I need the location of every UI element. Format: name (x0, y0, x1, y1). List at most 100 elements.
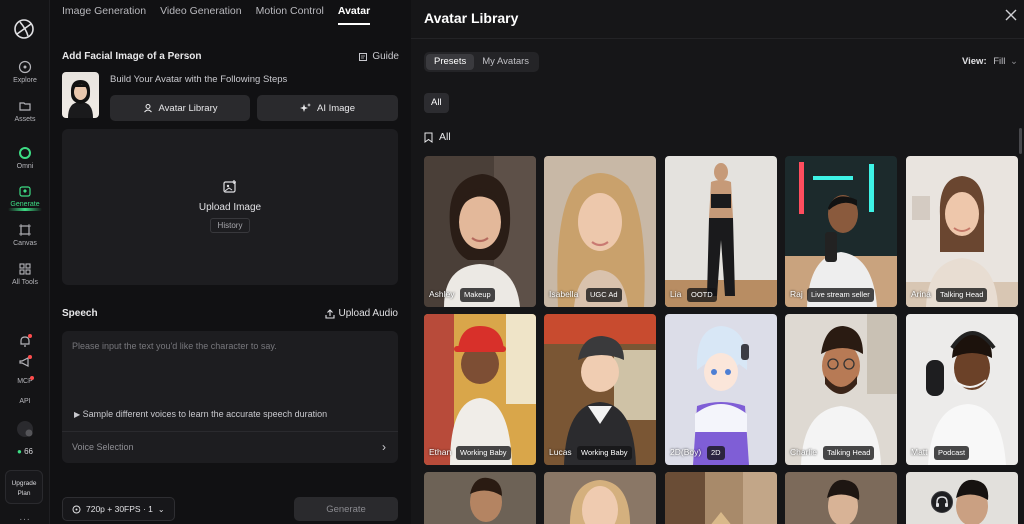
announcement-button[interactable] (0, 355, 50, 372)
facial-image-section-title: Add Facial Image of a Person (62, 51, 202, 62)
avatar-card-arina[interactable]: Arina Talking Head (906, 156, 1018, 307)
avatar-portrait (665, 472, 777, 524)
upload-image-dropzone[interactable]: Upload Image History (62, 129, 398, 285)
canvas-icon (19, 224, 31, 236)
chevron-down-icon: ⌄ (157, 504, 165, 514)
tab-motion-control[interactable]: Motion Control (256, 5, 324, 25)
ring-icon (19, 147, 31, 159)
avatar-tag: Working Baby (456, 446, 511, 460)
history-button[interactable]: History (209, 218, 251, 233)
avatar-library-button[interactable]: Avatar Library (110, 95, 250, 121)
sidebar-item-explore[interactable]: Explore (0, 60, 50, 84)
avatar-card[interactable] (544, 472, 656, 524)
voice-selection-row[interactable]: Voice Selection › (62, 431, 398, 463)
avatar-tag: UGC Ad (586, 288, 622, 302)
notification-badge (28, 355, 32, 359)
sidebar-item-omni[interactable]: Omni (0, 146, 50, 170)
avatar-card-lia[interactable]: Lia OOTD (665, 156, 777, 307)
segment-presets[interactable]: Presets (426, 54, 475, 70)
avatar-card-matt[interactable]: Matt Podcast (906, 314, 1018, 465)
all-heading-label: All (439, 131, 451, 143)
avatar-portrait (785, 156, 897, 307)
view-label: View: (961, 56, 987, 67)
tab-video-generation[interactable]: Video Generation (160, 5, 242, 25)
filter-chip-all[interactable]: All (424, 93, 449, 113)
avatar-button[interactable] (0, 420, 50, 441)
avatar-card-lucas[interactable]: Lucas Working Baby (544, 314, 656, 465)
avatar-name: Matt (911, 447, 928, 457)
avatar-tag: Talking Head (823, 446, 875, 460)
user-plus-icon (143, 104, 152, 113)
avatar-card[interactable] (785, 472, 897, 524)
upload-image-label: Upload Image (198, 202, 262, 213)
avatar-tag: Working Baby (577, 446, 632, 460)
api-button[interactable]: API (0, 398, 50, 405)
avatar-card-2d-boy[interactable]: 2D(Boy) 2D (665, 314, 777, 465)
avatar-card[interactable] (906, 472, 1018, 524)
avatar-portrait (424, 156, 536, 307)
sidebar-item-label: Generate (10, 201, 40, 208)
image-plus-icon (223, 180, 236, 193)
avatar-card[interactable] (665, 472, 777, 524)
avatar-card-charlie[interactable]: Charlie Talking Head (785, 314, 897, 465)
tab-avatar[interactable]: Avatar (337, 5, 371, 25)
ai-image-button[interactable]: AI Image (257, 95, 398, 121)
guide-button[interactable]: Guide (358, 51, 399, 62)
tab-image-generation[interactable]: Image Generation (62, 5, 146, 25)
segment-my-avatars[interactable]: My Avatars (474, 54, 537, 70)
quality-selector[interactable]: 720p + 30FPS · 1 ⌄ (62, 497, 175, 521)
upload-audio-button[interactable]: Upload Audio (324, 308, 399, 319)
avatar-card-ethan[interactable]: Ethan Working Baby (424, 314, 536, 465)
scrollbar-thumb[interactable] (1019, 128, 1022, 154)
quality-value: 720p + 30FPS · 1 (86, 504, 153, 514)
app-logo-icon[interactable] (12, 17, 36, 41)
close-icon[interactable] (1004, 8, 1018, 22)
bell-button[interactable] (0, 334, 50, 351)
bookmark-icon (424, 132, 433, 143)
sidebar-item-assets[interactable]: Assets (0, 99, 50, 123)
avatar-portrait (906, 314, 1018, 465)
sample-voices-toggle[interactable]: ▶ Sample different voices to learn the a… (74, 409, 327, 419)
avatar-name: Raj (790, 289, 803, 299)
sidebar-item-label: All Tools (12, 279, 38, 286)
avatar-portrait (424, 314, 536, 465)
sample-voices-label: Sample different voices to learn the acc… (82, 409, 328, 419)
upload-audio-label: Upload Audio (338, 308, 399, 319)
avatar-creation-panel: Image Generation Video Generation Motion… (50, 0, 411, 524)
chevron-right-icon: › (382, 440, 386, 454)
upload-icon (324, 308, 335, 319)
sidebar-item-label: Canvas (13, 240, 37, 247)
avatar-card-ashley[interactable]: Ashley Makeup (424, 156, 536, 307)
upgrade-label-plan: Plan (17, 490, 31, 497)
avatar-tag: Podcast (934, 446, 970, 460)
avatar-library-title: Avatar Library (424, 10, 519, 26)
avatar-tag: Talking Head (936, 288, 988, 302)
more-menu-button[interactable]: ... (0, 512, 50, 523)
user-avatar-icon (17, 421, 33, 437)
view-selector[interactable]: View: Fill ⌄ (962, 56, 1018, 67)
avatar-portrait (665, 314, 777, 465)
sidebar-item-generate[interactable]: Generate (0, 184, 50, 208)
avatar-portrait (544, 472, 656, 524)
avatar-name: Lia (670, 289, 682, 299)
avatar-card-isabella[interactable]: Isabella UGC Ad (544, 156, 656, 307)
avatar-tag: OOTD (687, 288, 717, 302)
sidebar-item-canvas[interactable]: Canvas (0, 223, 50, 247)
sample-face-thumbnail (62, 72, 99, 118)
support-chat-button[interactable] (931, 491, 953, 513)
generate-button[interactable]: Generate (294, 497, 398, 521)
upload-content: Upload Image History (62, 179, 398, 233)
chevron-down-icon: ⌄ (1010, 56, 1018, 67)
mcp-button[interactable]: MCP (0, 378, 50, 385)
avatar-card[interactable] (424, 472, 536, 524)
grid-icon (19, 263, 31, 275)
sidebar-item-all-tools[interactable]: All Tools (0, 262, 50, 286)
notification-badge (30, 376, 34, 380)
speech-text-area[interactable]: Please input the text you'd like the cha… (62, 331, 398, 463)
avatar-name: Isabella (549, 289, 579, 299)
upgrade-label: Upgrade (11, 480, 37, 487)
avatar-portrait (424, 472, 536, 524)
upgrade-plan-button[interactable]: Upgrade Plan (5, 470, 43, 504)
avatar-portrait (665, 156, 777, 307)
avatar-card-raj[interactable]: Raj Live stream seller (785, 156, 897, 307)
